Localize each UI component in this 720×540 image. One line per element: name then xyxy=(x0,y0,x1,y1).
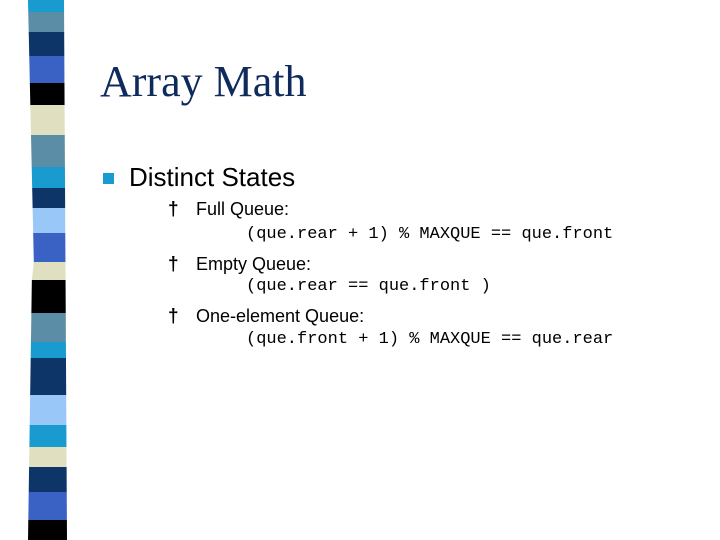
code-one-element-queue: (que.front + 1) % MAXQUE == que.rear xyxy=(246,330,614,349)
subitem-label: Empty Queue: xyxy=(196,254,312,274)
stripe-segment xyxy=(28,0,65,13)
stripe-segment xyxy=(28,520,67,540)
subitem-label: Full Queue: xyxy=(196,199,290,219)
square-bullet-icon xyxy=(103,173,114,184)
subitem-label: One-element Queue: xyxy=(196,306,365,326)
stripe-segment xyxy=(30,313,66,343)
stripe-segment xyxy=(30,105,65,136)
stripe-segment xyxy=(30,342,66,359)
stripe-segment xyxy=(31,135,65,168)
stripe-segment xyxy=(31,280,66,314)
stripe-segment xyxy=(29,447,67,468)
stripe-segment xyxy=(28,12,65,33)
stripe-segment xyxy=(31,262,66,281)
dagger-bullet-icon: † xyxy=(168,199,179,220)
stripe-segment xyxy=(32,188,66,209)
stripe-segment xyxy=(30,358,67,396)
stripe-segment xyxy=(29,425,67,448)
stripe-segment xyxy=(28,467,67,493)
decorative-stripe-bar xyxy=(28,0,67,540)
dagger-bullet-icon: † xyxy=(168,306,179,327)
stripe-segment xyxy=(32,208,66,234)
stripe-segment xyxy=(28,492,67,521)
code-empty-queue: (que.rear == que.front ) xyxy=(246,277,491,296)
stripe-segment xyxy=(31,167,66,189)
dagger-bullet-icon: † xyxy=(168,254,179,275)
stripe-segment xyxy=(29,395,67,426)
stripe-segment xyxy=(33,233,66,263)
bullet-text: Distinct States xyxy=(129,162,296,192)
stripe-segment xyxy=(28,32,65,57)
slide-title: Array Math xyxy=(100,57,307,106)
stripe-segment xyxy=(29,56,65,84)
code-full-queue: (que.rear + 1) % MAXQUE == que.front xyxy=(246,225,614,244)
stripe-segment xyxy=(29,83,65,106)
